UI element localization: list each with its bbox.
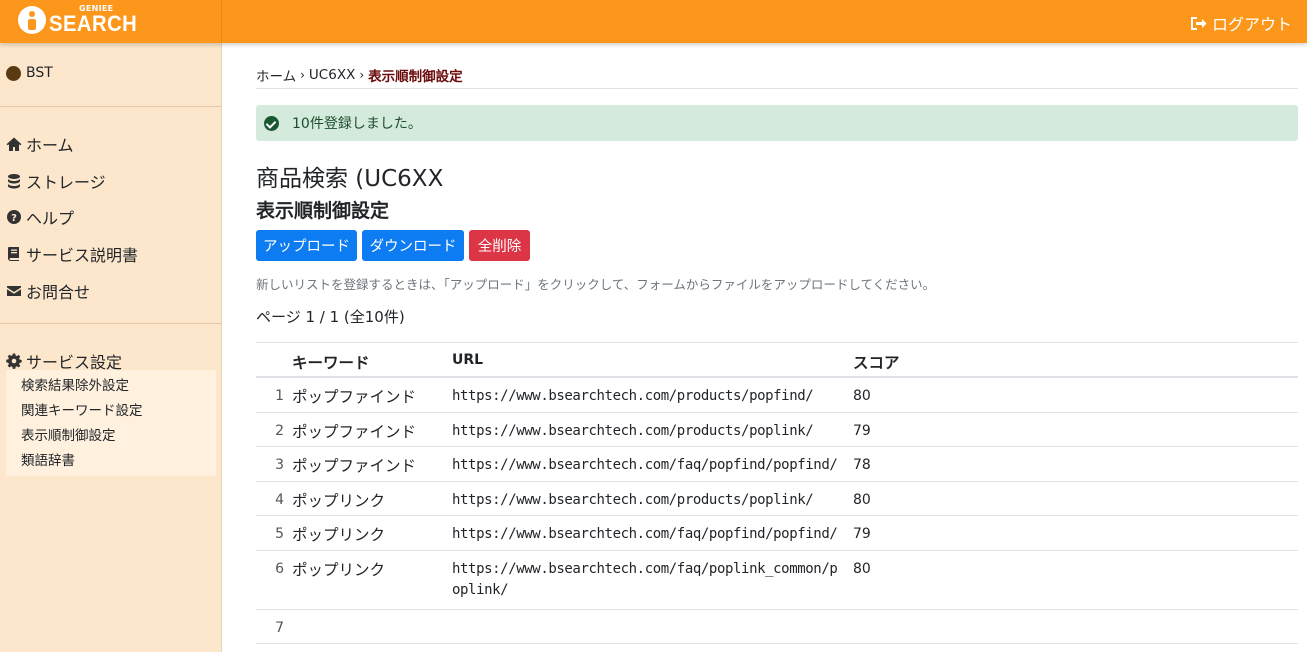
sidebar-user-name: BST: [26, 65, 53, 81]
help-text: 新しいリストを登録するときは、「アップロード」をクリックして、フォームからファイ…: [256, 277, 936, 292]
question-circle-icon: ?: [7, 210, 21, 224]
row-score: 78: [853, 457, 871, 473]
row-score: 79: [853, 526, 871, 542]
breadcrumb-separator: ›: [300, 68, 305, 82]
gear-icon: [6, 353, 22, 369]
row-url: https://www.bsearchtech.com/faq/popfind/…: [452, 526, 838, 542]
row-keyword: ポップファインド: [292, 388, 417, 406]
page-subtitle: 表示順制御設定: [256, 200, 390, 222]
row-keyword: ポップリンク: [292, 560, 386, 579]
table-row: 2 ポップファインド https://www.bsearchtech.com/p…: [256, 413, 1298, 447]
header-score: スコア: [853, 354, 900, 372]
row-keyword: ポップファインド: [292, 422, 417, 441]
breadcrumb-current: 表示順制御設定: [368, 69, 463, 85]
row-number: 6: [275, 560, 284, 577]
breadcrumb-project[interactable]: UC6XX: [309, 67, 355, 83]
svg-text:?: ?: [11, 213, 17, 224]
logo-text: SEARCH: [49, 11, 138, 36]
sidebar-item-label: ホーム: [26, 136, 74, 155]
submenu-item-display-order[interactable]: 表示順制御設定: [6, 428, 216, 453]
logo-info-icon: [18, 6, 46, 34]
settings-submenu: 検索結果除外設定 関連キーワード設定 表示順制御設定 類語辞書: [6, 370, 216, 476]
alert-message: 10件登録しました。: [292, 116, 422, 132]
logout-label: ログアウト: [1211, 15, 1292, 34]
row-number: 4: [275, 491, 284, 508]
submenu-item-synonyms[interactable]: 類語辞書: [6, 453, 216, 478]
user-status-icon: [6, 65, 21, 81]
row-score: 80: [853, 491, 871, 508]
delete-all-button[interactable]: 全削除: [469, 230, 530, 261]
row-url: https://www.bsearchtech.com/faq/popfind/…: [452, 457, 838, 473]
submenu-item-exclusion[interactable]: 検索結果除外設定: [6, 378, 216, 403]
breadcrumb-divider: [256, 88, 1298, 89]
home-icon: [6, 137, 22, 151]
row-number: 3: [275, 457, 284, 473]
row-keyword: ポップリンク: [292, 491, 386, 510]
breadcrumb-home[interactable]: ホーム: [256, 65, 296, 85]
row-number: 2: [275, 422, 284, 439]
table-row: 3 ポップファインド https://www.bsearchtech.com/f…: [256, 447, 1298, 482]
table-row: 6 ポップリンク https://www.bsearchtech.com/faq…: [256, 551, 1298, 610]
sidebar-divider: [0, 106, 221, 107]
submenu-item-related-keywords[interactable]: 関連キーワード設定: [6, 403, 216, 428]
table-row: 5 ポップリンク https://www.bsearchtech.com/faq…: [256, 516, 1298, 551]
rules-table: キーワード URL スコア 1 ポップファインド https://www.bse…: [256, 342, 1298, 644]
sidebar-item-help[interactable]: ? ヘルプ: [6, 205, 74, 229]
sidebar-item-label: サービス説明書: [26, 246, 139, 265]
header-keyword: キーワード: [292, 354, 370, 372]
check-circle-icon: [264, 115, 279, 131]
sidebar-item-storage[interactable]: ストレージ: [6, 169, 106, 193]
breadcrumb: ホーム › UC6XX › 表示順制御設定: [256, 65, 463, 85]
upload-button[interactable]: アップロード: [256, 230, 357, 261]
sidebar-item-label: ストレージ: [26, 173, 106, 192]
book-icon: [8, 247, 19, 261]
row-url: https://www.bsearchtech.com/products/pop…: [452, 388, 814, 404]
envelope-icon: [7, 286, 21, 296]
page-title: 商品検索 (UC6XX: [256, 166, 444, 192]
row-score: 80: [853, 388, 871, 404]
row-url: https://www.bsearchtech.com/products/pop…: [452, 422, 814, 439]
success-alert: 10件登録しました。: [256, 105, 1298, 141]
sidebar-item-manual[interactable]: サービス説明書: [6, 242, 138, 266]
row-url: https://www.bsearchtech.com/faq/poplink_…: [452, 560, 838, 598]
table-row: 4 ポップリンク https://www.bsearchtech.com/pro…: [256, 482, 1298, 516]
download-button[interactable]: ダウンロード: [362, 230, 464, 261]
row-url: https://www.bsearchtech.com/products/pop…: [452, 491, 814, 508]
row-number: 7: [275, 619, 284, 636]
table-header: キーワード URL スコア: [256, 342, 1298, 378]
row-keyword: ポップリンク: [292, 526, 386, 544]
sidebar: BST ホーム ストレージ ? ヘルプ サービス説明書 お問合せ サービス設定 …: [0, 43, 222, 652]
page-info: ページ 1 / 1 (全10件): [256, 308, 405, 326]
sign-out-icon: [1190, 16, 1207, 30]
row-number: 5: [275, 526, 284, 542]
sidebar-item-contact[interactable]: お問合せ: [6, 279, 90, 303]
sidebar-user[interactable]: BST: [6, 65, 53, 81]
logo[interactable]: GENIEE SEARCH: [0, 0, 222, 43]
sidebar-item-label: ヘルプ: [26, 209, 75, 228]
row-score: 80: [853, 560, 871, 577]
table-row: 1 ポップファインド https://www.bsearchtech.com/p…: [256, 378, 1298, 413]
logout-button[interactable]: ログアウト: [1190, 11, 1292, 35]
row-number: 1: [275, 388, 284, 404]
breadcrumb-separator: ›: [359, 68, 365, 82]
header-url: URL: [452, 352, 484, 368]
row-score: 79: [853, 422, 871, 439]
sidebar-item-home[interactable]: ホーム: [6, 132, 74, 156]
top-bar: GENIEE SEARCH ログアウト: [0, 0, 1307, 43]
sidebar-divider: [0, 323, 221, 324]
database-icon: [8, 174, 20, 189]
sidebar-item-label: お問合せ: [26, 283, 91, 302]
row-keyword: ポップファインド: [292, 457, 417, 475]
table-row: 7: [256, 610, 1298, 644]
